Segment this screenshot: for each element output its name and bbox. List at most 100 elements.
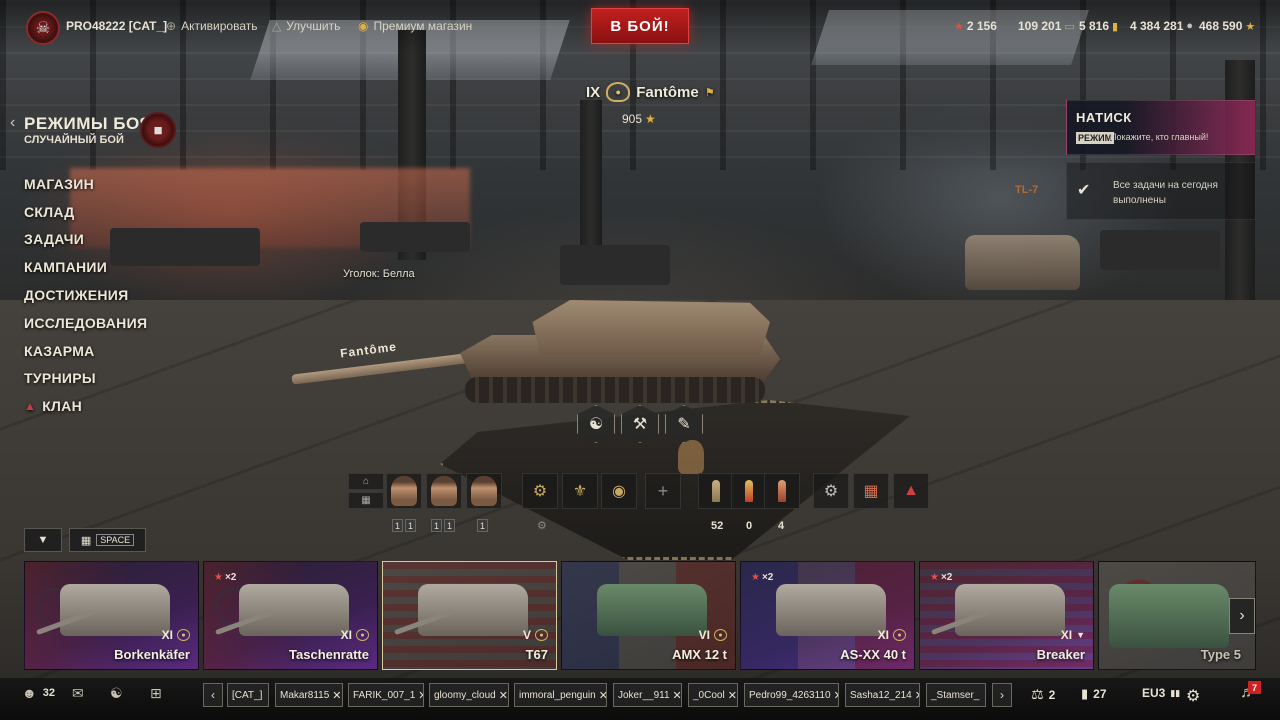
- close-icon[interactable]: ✕: [418, 689, 423, 702]
- consumable-slot-2[interactable]: ▦: [853, 473, 889, 509]
- friend-chip[interactable]: _Stamser_: [926, 683, 986, 707]
- tank-card[interactable]: XI ● Borkenkäfer: [24, 561, 199, 670]
- friend-name: FARIK_007_1: [353, 689, 416, 701]
- ammo-slot-3[interactable]: [764, 473, 800, 509]
- tank-tier: VI: [698, 628, 710, 642]
- server-indicator[interactable]: EU3 ▮▮: [1142, 686, 1180, 700]
- gold-resource[interactable]: 5 816 ▮: [1079, 19, 1118, 33]
- battle-button[interactable]: В БОЙ!: [591, 8, 689, 44]
- tank-card[interactable]: ★ ×2 XI ● Taschenratte: [203, 561, 378, 670]
- corner-label[interactable]: Уголок: Белла: [343, 268, 415, 280]
- close-icon[interactable]: ✕: [499, 689, 508, 702]
- friend-chip[interactable]: Makar8115 ✕: [275, 683, 343, 707]
- friend-chip[interactable]: Sasha12_214✕: [845, 683, 920, 707]
- ammo-slot-1[interactable]: [698, 473, 734, 509]
- tank-card[interactable]: ★ ×2 XI ▼ Breaker: [919, 561, 1094, 670]
- consumable-slot-1[interactable]: ⚙: [813, 473, 849, 509]
- crew-book-icon[interactable]: ▦: [348, 492, 384, 509]
- tank-tier-line: XI ●: [162, 628, 190, 642]
- skill-count: 1: [477, 519, 488, 532]
- crew-commander[interactable]: [386, 473, 422, 509]
- platoon-button[interactable]: ☯: [110, 685, 123, 702]
- main-tank-model[interactable]: Fantôme: [290, 285, 790, 415]
- balance-count: 2: [1048, 687, 1056, 702]
- premium-shop-link[interactable]: ◉ Премиум магазин: [358, 19, 472, 33]
- friend-chip[interactable]: gloomy_cloud ✕: [429, 683, 509, 707]
- stats-button[interactable]: ▮ 27: [1081, 686, 1107, 702]
- left-menu: МАГАЗИН СКЛАД ЗАДАЧИ КАМПАНИИ ДОСТИЖЕНИЯ…: [24, 170, 147, 420]
- xp-resource[interactable]: 468 590 ★: [1199, 19, 1255, 33]
- consumable-slot-3[interactable]: ▲: [893, 473, 929, 509]
- bar-chart-icon: ▮: [1081, 686, 1089, 701]
- bonds-resource[interactable]: 109 201 ▭: [1018, 19, 1075, 33]
- barracks-icon[interactable]: ⌂: [348, 473, 384, 490]
- chat-button[interactable]: ✉: [72, 685, 84, 702]
- menu-tournaments[interactable]: ТУРНИРЫ: [24, 365, 147, 393]
- skill-count: 1: [444, 519, 455, 532]
- balance-button[interactable]: ⚖ 2: [1031, 686, 1055, 703]
- menu-depot[interactable]: СКЛАД: [24, 198, 147, 226]
- tank-tier-line: XI ●: [341, 628, 369, 642]
- settings-gear-icon[interactable]: ⚙: [537, 519, 547, 532]
- friend-chip[interactable]: _0Cool ✕: [688, 683, 738, 707]
- event-banner[interactable]: НАТИСК РЕЖИМ Покажите, кто главный!: [1066, 100, 1256, 155]
- menu-achievements[interactable]: ДОСТИЖЕНИЯ: [24, 281, 147, 309]
- daily-tasks-panel[interactable]: ✔ Все задачи на сегодня выполнены: [1066, 162, 1256, 220]
- friend-chip[interactable]: [CAT_]: [227, 683, 269, 707]
- menu-barracks[interactable]: КАЗАРМА: [24, 337, 147, 365]
- crew-driver[interactable]: [466, 473, 502, 509]
- close-icon[interactable]: ✕: [673, 689, 681, 702]
- close-icon[interactable]: ✕: [728, 689, 737, 702]
- tank-name: Fantôme: [636, 83, 699, 101]
- menu-campaigns[interactable]: КАМПАНИИ: [24, 253, 147, 281]
- equipment-slot-3[interactable]: ◉: [601, 473, 637, 509]
- menu-tasks[interactable]: ЗАДАЧИ: [24, 226, 147, 254]
- carousel-next-button[interactable]: ›: [1229, 598, 1255, 634]
- equipment-slot-2[interactable]: ⚜: [562, 473, 598, 509]
- close-icon[interactable]: ✕: [599, 689, 606, 702]
- tank-tier-line: VI ●: [699, 628, 727, 642]
- side-tank: [965, 235, 1080, 290]
- ammo-slot-2[interactable]: [731, 473, 767, 509]
- menu-shop[interactable]: МАГАЗИН: [24, 170, 147, 198]
- free-xp-resource[interactable]: ★ 2 156: [954, 19, 997, 33]
- carousel-view-button[interactable]: ▦ SPACE: [69, 528, 146, 552]
- player-name[interactable]: PRO48222 [CAT_]: [66, 19, 167, 33]
- gold-shell-icon: [745, 480, 753, 502]
- first-aid-icon: ▦: [863, 483, 879, 500]
- friend-chip[interactable]: Pedro99_4263110✕: [744, 683, 839, 707]
- friend-chip[interactable]: Joker__911 ✕: [613, 683, 682, 707]
- friend-chip[interactable]: immoral_penguin✕: [514, 683, 607, 707]
- clan-invite-button[interactable]: ⊞: [150, 685, 162, 702]
- credits-resource[interactable]: 4 384 281 ●: [1130, 19, 1193, 33]
- premium-shop-label: Премиум магазин: [373, 19, 473, 33]
- close-icon[interactable]: ✕: [332, 689, 341, 702]
- improve-link[interactable]: △ Улучшить: [272, 19, 340, 33]
- dog-bella[interactable]: [678, 440, 704, 474]
- tank-card[interactable]: VI ● AMX 12 t: [561, 561, 736, 670]
- online-players[interactable]: ☻ 32: [22, 685, 55, 701]
- close-icon[interactable]: ✕: [915, 689, 919, 702]
- tank-rating-value: 905: [622, 112, 643, 126]
- menu-research[interactable]: ИССЛЕДОВАНИЯ: [24, 309, 147, 337]
- crew-gunner[interactable]: [426, 473, 462, 509]
- tank-card[interactable]: V ● T67: [382, 561, 557, 670]
- friend-chip[interactable]: FARIK_007_1✕: [348, 683, 424, 707]
- settings-button[interactable]: ⚙: [1186, 686, 1200, 706]
- tank-title[interactable]: IX ● Fantôme ⚑: [586, 82, 715, 102]
- add-equipment-slot[interactable]: +: [645, 473, 681, 509]
- clan-emblem[interactable]: ☠: [26, 11, 60, 45]
- skill-count: 1: [405, 519, 416, 532]
- friends-next-button[interactable]: ›: [992, 683, 1012, 707]
- equipment-slot-1[interactable]: ⚙: [522, 473, 558, 509]
- friend-name: [CAT_]: [232, 689, 263, 701]
- menu-clan[interactable]: ▲ КЛАН: [24, 392, 147, 420]
- friends-prev-button[interactable]: ‹: [203, 683, 223, 707]
- activate-link[interactable]: ⊕ Активировать: [166, 19, 257, 33]
- background-equipment: [560, 245, 670, 285]
- filter-button[interactable]: ▼: [24, 528, 62, 552]
- close-icon[interactable]: ✕: [834, 689, 838, 702]
- friend-name: Sasha12_214: [850, 689, 912, 701]
- scales-icon: ⚖: [1031, 686, 1044, 702]
- tank-card[interactable]: ★ ×2 XI ● AS-XX 40 t: [740, 561, 915, 670]
